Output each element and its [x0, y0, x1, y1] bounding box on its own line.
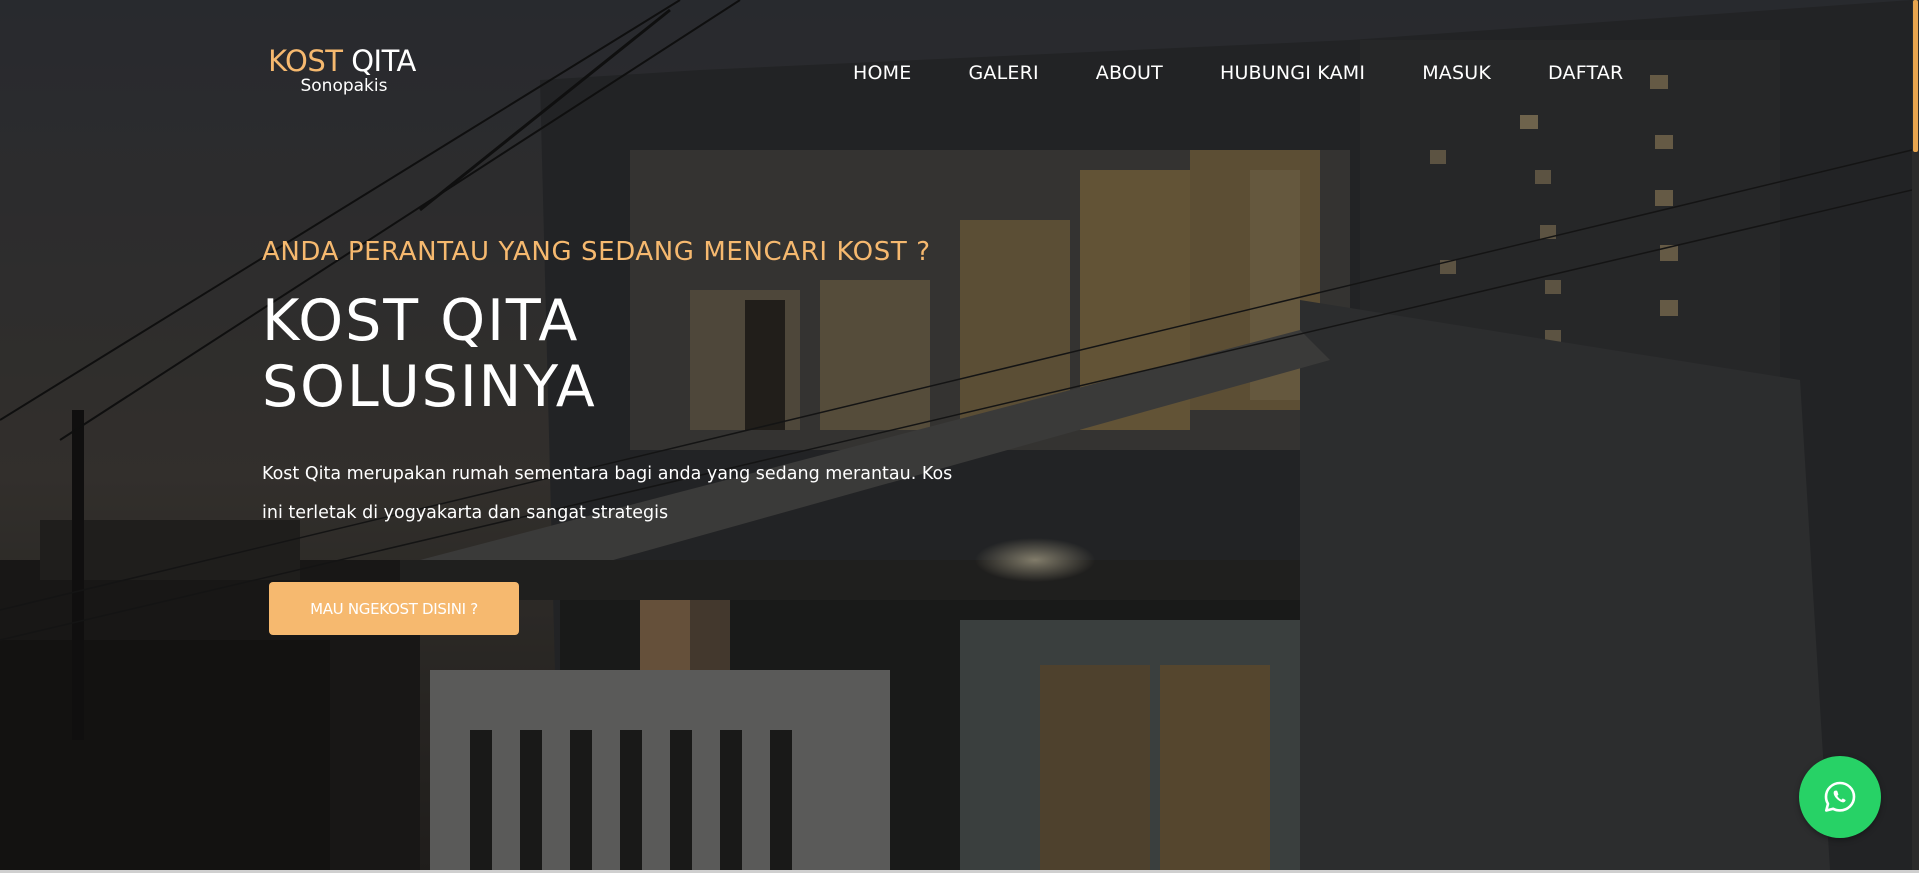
site-logo[interactable]: KOST QITA Sonopakis — [262, 47, 422, 95]
nav-home[interactable]: HOME — [853, 62, 911, 84]
cta-button[interactable]: MAU NGEKOST DISINI ? — [269, 582, 519, 635]
nav-daftar[interactable]: DAFTAR — [1548, 62, 1623, 84]
logo-title-white: QITA — [351, 44, 416, 78]
hero-eyebrow: ANDA PERANTAU YANG SEDANG MENCARI KOST ? — [262, 237, 931, 267]
hero-description: Kost Qita merupakan rumah sementara bagi… — [262, 464, 953, 523]
nav-galeri[interactable]: GALERI — [968, 62, 1038, 84]
logo-subtitle: Sonopakis — [300, 76, 388, 96]
logo-title: KOST QITA — [268, 44, 416, 78]
logo-title-accent: KOST — [268, 44, 343, 78]
hero-headline: KOST QITA SOLUSINYA — [262, 288, 762, 420]
whatsapp-icon — [1824, 781, 1856, 812]
nav-hubungi-kami[interactable]: HUBUNGI KAMI — [1220, 62, 1365, 84]
hero-headline-line1: KOST QITA — [262, 288, 580, 354]
nav-masuk[interactable]: MASUK — [1422, 62, 1491, 84]
hero-headline-line2: SOLUSINYA — [262, 354, 597, 420]
nav-about[interactable]: ABOUT — [1096, 62, 1163, 84]
whatsapp-button[interactable] — [1799, 756, 1881, 838]
hero-dark-overlay — [0, 0, 1912, 870]
main-navigation: HOME GALERI ABOUT HUBUNGI KAMI MASUK DAF… — [853, 62, 1623, 84]
scrollbar-thumb[interactable] — [1913, 0, 1918, 152]
page-viewport: KOST QITA Sonopakis HOME GALERI ABOUT HU… — [0, 0, 1912, 870]
